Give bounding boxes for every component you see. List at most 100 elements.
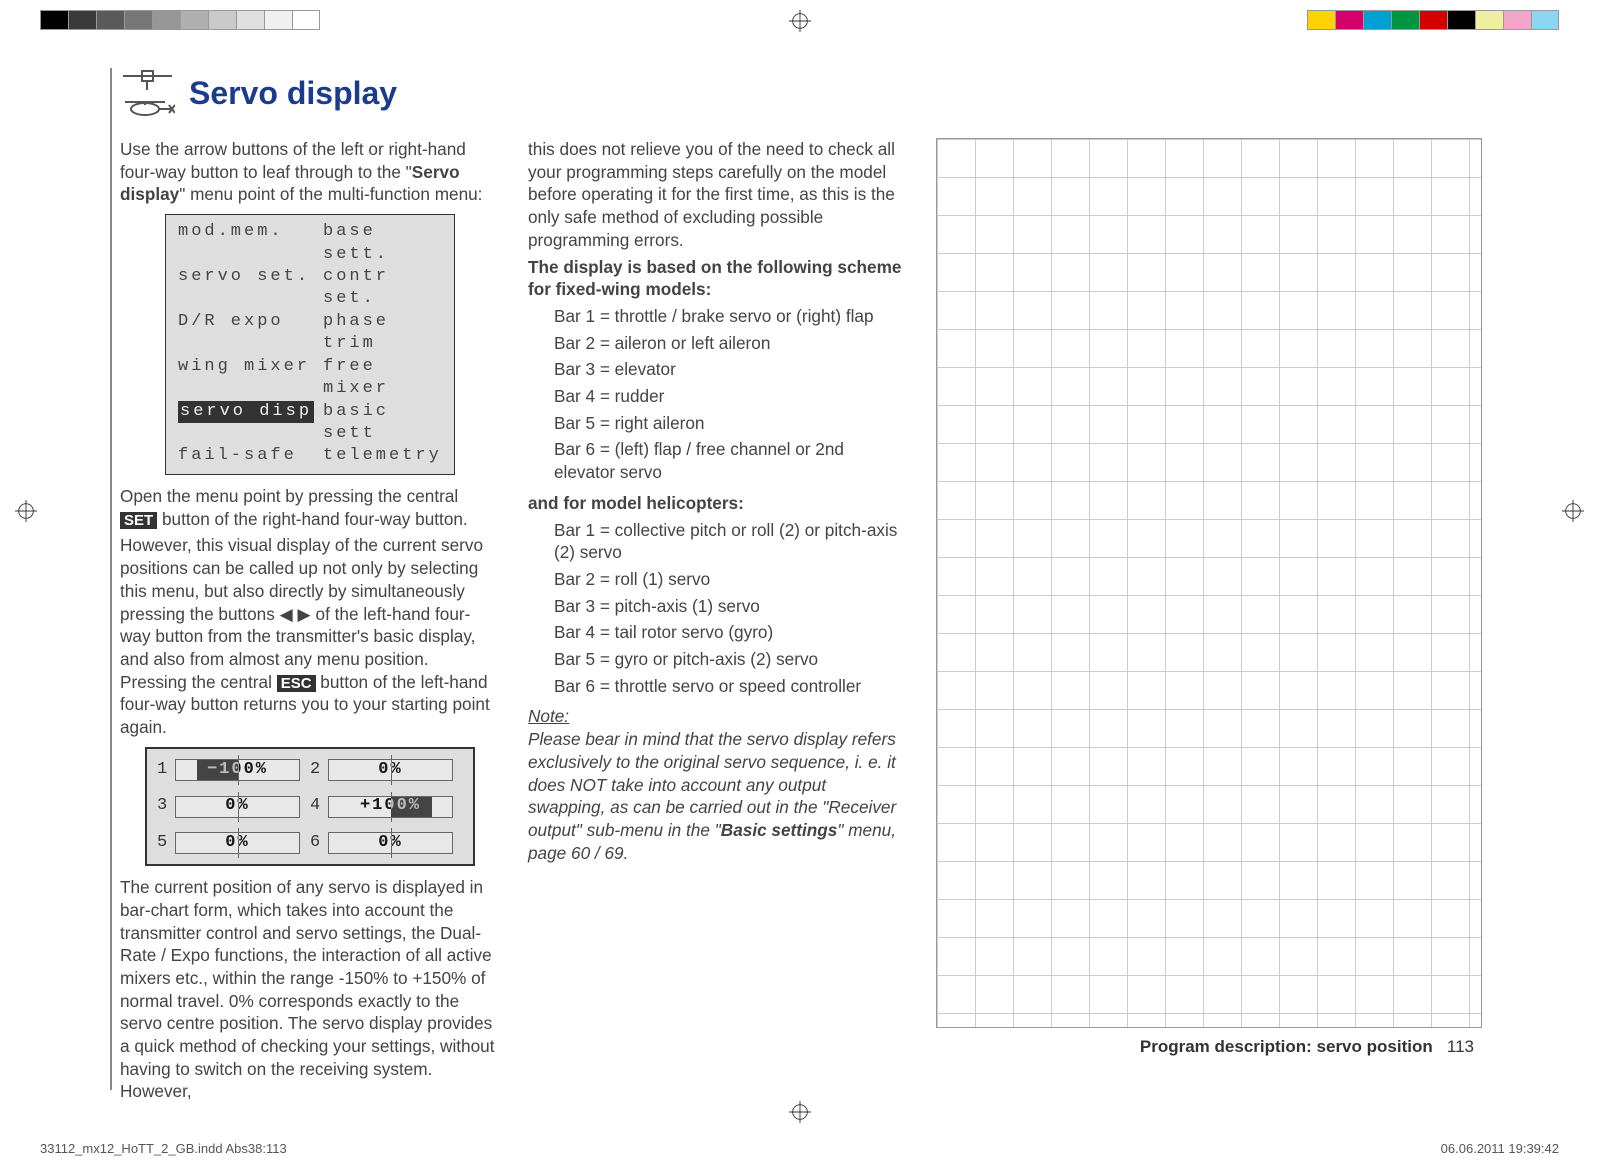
servo-number: 3 bbox=[157, 795, 175, 817]
column-left: Use the arrow buttons of the left or rig… bbox=[120, 138, 500, 1107]
bar-definition: Bar 6 = (left) flap / free channel or 2n… bbox=[554, 438, 908, 483]
swatch-k bbox=[1447, 10, 1475, 30]
menu-row: servo set.contr set. bbox=[178, 266, 442, 311]
notes-grid bbox=[936, 138, 1482, 1028]
bar-chart-description: The current position of any servo is dis… bbox=[120, 876, 500, 1103]
page-title: Servo display bbox=[189, 75, 397, 112]
servo-number: 4 bbox=[310, 795, 328, 817]
servo-value: 0% bbox=[176, 833, 299, 853]
bar-definition: Bar 4 = tail rotor servo (gyro) bbox=[554, 621, 908, 644]
servo-number: 2 bbox=[310, 759, 328, 781]
page-header: Servo display bbox=[112, 68, 1490, 118]
swatch-gray30 bbox=[236, 10, 264, 30]
swatch-lt-magenta bbox=[1503, 10, 1531, 30]
swatch-gray70 bbox=[124, 10, 152, 30]
swatch-gray40 bbox=[208, 10, 236, 30]
servo-bar: −100% bbox=[175, 759, 300, 781]
note-label: Note: bbox=[528, 706, 569, 726]
swatch-gray50 bbox=[180, 10, 208, 30]
menu-item-right: contr set. bbox=[323, 266, 442, 311]
color-swatches bbox=[1307, 10, 1559, 30]
servo-bar: +100% bbox=[328, 796, 453, 818]
swatch-black bbox=[40, 10, 68, 30]
bar-definition: Bar 1 = collective pitch or roll (2) or … bbox=[554, 519, 908, 564]
menu-row: fail-safetelemetry bbox=[178, 445, 442, 467]
servo-value: +100% bbox=[329, 797, 452, 817]
page-footer: Program description: servo position 113 bbox=[936, 1036, 1482, 1058]
menu-item-left: D/R expo bbox=[178, 311, 323, 356]
intro-text: Use the arrow buttons of the left or rig… bbox=[120, 138, 500, 206]
bar-definition: Bar 3 = elevator bbox=[554, 358, 908, 381]
registration-mark-top bbox=[789, 10, 811, 37]
bar-definition: Bar 2 = aileron or left aileron bbox=[554, 332, 908, 355]
swatch-white bbox=[292, 10, 320, 30]
servo-value: 0% bbox=[176, 797, 299, 817]
swatch-gray90 bbox=[68, 10, 96, 30]
bar-definition: Bar 5 = right aileron bbox=[554, 412, 908, 435]
display-info-text: However, this visual display of the curr… bbox=[120, 534, 500, 738]
bar-definition: Bar 3 = pitch-axis (1) servo bbox=[554, 595, 908, 618]
page-content: Servo display Use the arrow buttons of t… bbox=[110, 68, 1490, 1090]
text: button of the right-hand four-way button… bbox=[157, 509, 468, 529]
swatch-yellow bbox=[1307, 10, 1335, 30]
bar-definition: Bar 6 = throttle servo or speed controll… bbox=[554, 675, 908, 698]
servo-display-screenshot: 1−100%20%30%4+100%50%60% bbox=[145, 747, 475, 866]
menu-item-left: mod.mem. bbox=[178, 221, 323, 266]
swatch-magenta bbox=[1335, 10, 1363, 30]
servo-row: 1−100% 20% bbox=[157, 759, 463, 781]
slug-datetime: 06.06.2011 19:39:42 bbox=[1441, 1141, 1559, 1156]
column-right: Program description: servo position 113 bbox=[936, 138, 1482, 1107]
swatch-gray80 bbox=[96, 10, 124, 30]
bar-definition: Bar 2 = roll (1) servo bbox=[554, 568, 908, 591]
text: Open the menu point by pressing the cent… bbox=[120, 486, 458, 506]
registration-mark-right bbox=[1562, 500, 1584, 527]
bar-definition: Bar 1 = throttle / brake servo or (right… bbox=[554, 305, 908, 328]
servo-row: 30% 4+100% bbox=[157, 795, 463, 817]
page-number: 113 bbox=[1447, 1037, 1474, 1056]
slug-line: 33112_mx12_HoTT_2_GB.indd Abs38:113 06.0… bbox=[40, 1141, 1559, 1156]
slug-file: 33112_mx12_HoTT_2_GB.indd Abs38:113 bbox=[40, 1141, 287, 1156]
servo-bar: 0% bbox=[328, 759, 453, 781]
footer-description: Program description: servo position bbox=[1140, 1037, 1433, 1056]
heli-heading: and for model helicopters: bbox=[528, 492, 908, 515]
registration-mark-left bbox=[15, 500, 37, 527]
menu-item-left: fail-safe bbox=[178, 445, 323, 467]
heli-bar-list: Bar 1 = collective pitch or roll (2) or … bbox=[528, 519, 908, 698]
swatch-cyan bbox=[1363, 10, 1391, 30]
esc-key: ESC bbox=[277, 675, 316, 692]
fixed-wing-bar-list: Bar 1 = throttle / brake servo or (right… bbox=[528, 305, 908, 484]
grayscale-swatches bbox=[40, 10, 320, 30]
menu-screenshot: mod.mem.base sett.servo set.contr set.D/… bbox=[165, 214, 455, 475]
servo-bar: 0% bbox=[328, 832, 453, 854]
swatch-green bbox=[1391, 10, 1419, 30]
swatch-gray60 bbox=[152, 10, 180, 30]
menu-row: servo dispbasic sett bbox=[178, 401, 442, 446]
text: " menu point of the multi-function menu: bbox=[179, 184, 482, 204]
swatch-gray20 bbox=[264, 10, 292, 30]
swatch-lt-cyan bbox=[1531, 10, 1559, 30]
servo-number: 1 bbox=[157, 759, 175, 781]
swatch-red bbox=[1419, 10, 1447, 30]
basic-settings-ref: Basic settings bbox=[721, 820, 838, 840]
continuation-text: this does not relieve you of the need to… bbox=[528, 138, 908, 252]
servo-bar: 0% bbox=[175, 796, 300, 818]
menu-row: D/R expophase trim bbox=[178, 311, 442, 356]
servo-value: 0% bbox=[329, 833, 452, 853]
set-key: SET bbox=[120, 512, 157, 529]
menu-item-right: base sett. bbox=[323, 221, 442, 266]
menu-item-left: servo disp bbox=[178, 401, 323, 446]
servo-number: 6 bbox=[310, 832, 328, 854]
menu-row: wing mixerfree mixer bbox=[178, 356, 442, 401]
open-menu-text: Open the menu point by pressing the cent… bbox=[120, 485, 500, 531]
servo-bar: 0% bbox=[175, 832, 300, 854]
column-middle: this does not relieve you of the need to… bbox=[528, 138, 908, 1107]
menu-item-left: servo set. bbox=[178, 266, 323, 311]
menu-item-left: wing mixer bbox=[178, 356, 323, 401]
note-block: Note: Please bear in mind that the servo… bbox=[528, 705, 908, 864]
servo-row: 50%60% bbox=[157, 832, 463, 854]
menu-item-right: basic sett bbox=[323, 401, 442, 446]
text: However, this visual display of the curr… bbox=[120, 535, 483, 691]
menu-item-right: phase trim bbox=[323, 311, 442, 356]
model-type-icon bbox=[120, 68, 175, 118]
bar-definition: Bar 4 = rudder bbox=[554, 385, 908, 408]
